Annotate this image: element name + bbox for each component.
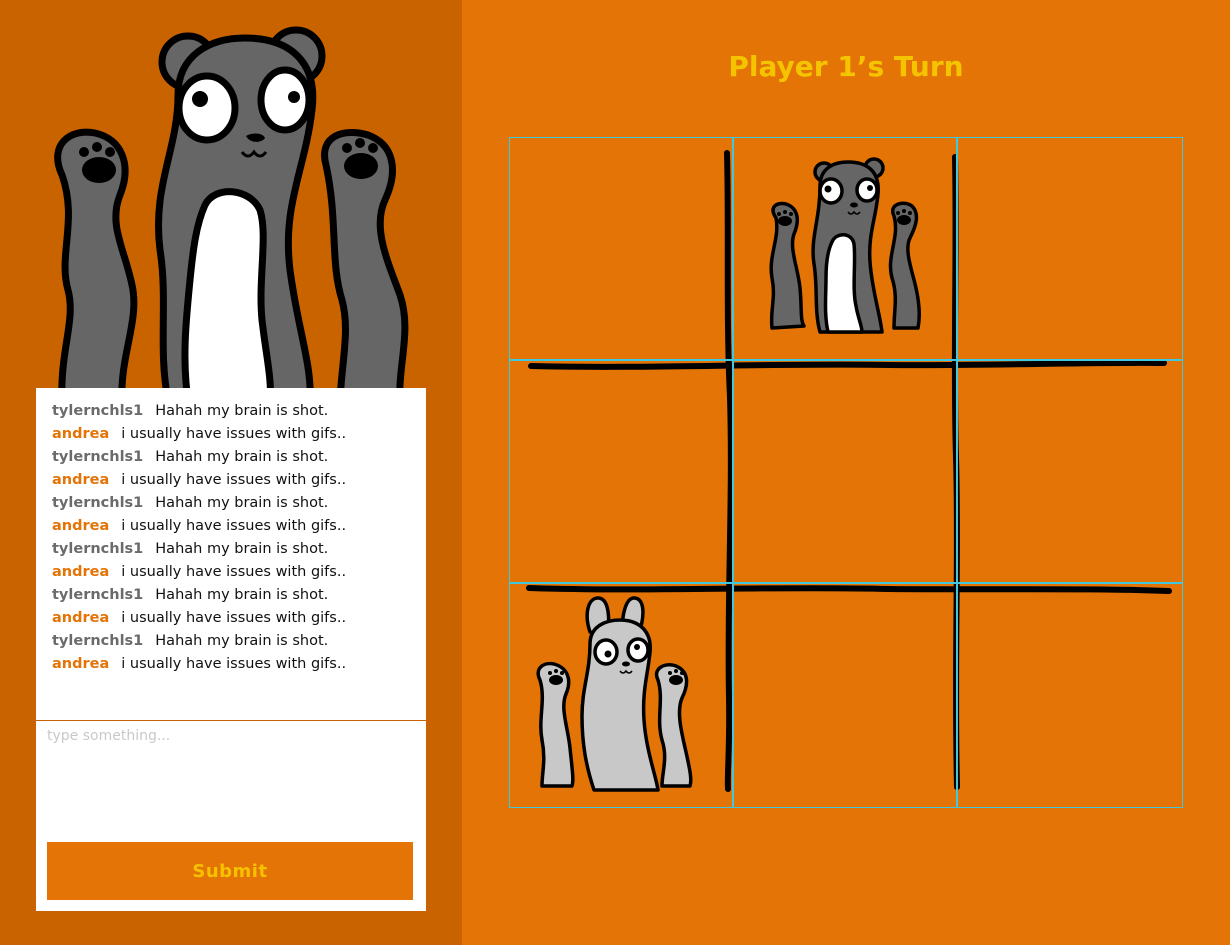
bear-mascot-icon <box>54 26 409 400</box>
message-text: Hahah my brain is shot. <box>155 587 329 603</box>
turn-indicator: Player 1’s Turn <box>728 50 964 83</box>
message-username: tylernchls1 <box>52 541 144 557</box>
bunny-piece-icon <box>536 596 693 792</box>
message-text: Hahah my brain is shot. <box>155 449 329 465</box>
chat-input[interactable] <box>47 728 415 823</box>
chat-message: tylernchls1 Hahah my brain is shot. <box>52 540 422 563</box>
message-text: i usually have issues with gifs.. <box>121 610 347 626</box>
board-cell-r1c3[interactable] <box>957 137 1183 360</box>
message-username: tylernchls1 <box>52 403 144 419</box>
board-cell-r2c1[interactable] <box>509 360 733 583</box>
board-cell-r2c2[interactable] <box>733 360 957 583</box>
chat-message: andrea i usually have issues with gifs.. <box>52 425 422 448</box>
message-username: andrea <box>52 426 110 442</box>
chat-message: tylernchls1 Hahah my brain is shot. <box>52 586 422 609</box>
message-text: Hahah my brain is shot. <box>155 633 329 649</box>
message-list: tylernchls1 Hahah my brain is shot. andrea… <box>52 402 422 678</box>
chat-message: andrea i usually have issues with gifs.. <box>52 471 422 494</box>
board-cell-r1c1[interactable] <box>509 137 733 360</box>
chat-message: andrea i usually have issues with gifs.. <box>52 609 422 632</box>
message-username: andrea <box>52 564 110 580</box>
chat-message: tylernchls1 Hahah my brain is shot. <box>52 494 422 517</box>
message-text: i usually have issues with gifs.. <box>121 656 347 672</box>
bear-piece-icon <box>769 157 922 334</box>
message-username: andrea <box>52 610 110 626</box>
message-text: i usually have issues with gifs.. <box>121 564 347 580</box>
message-text: i usually have issues with gifs.. <box>121 518 347 534</box>
board-cell-r3c3[interactable] <box>957 583 1183 808</box>
board-cell-r2c3[interactable] <box>957 360 1183 583</box>
chat-divider <box>36 720 426 721</box>
chat-message: andrea i usually have issues with gifs.. <box>52 517 422 540</box>
board-cell-r1c2[interactable] <box>733 137 957 360</box>
message-text: Hahah my brain is shot. <box>155 495 329 511</box>
message-username: andrea <box>52 518 110 534</box>
chat-message: andrea i usually have issues with gifs.. <box>52 655 422 678</box>
chat-message: tylernchls1 Hahah my brain is shot. <box>52 402 422 425</box>
board-cell-r3c2[interactable] <box>733 583 957 808</box>
message-username: tylernchls1 <box>52 495 144 511</box>
chat-message: tylernchls1 Hahah my brain is shot. <box>52 448 422 471</box>
chat-panel: tylernchls1 Hahah my brain is shot. andrea… <box>36 388 426 911</box>
message-username: andrea <box>52 656 110 672</box>
message-username: andrea <box>52 472 110 488</box>
game-area: Player 1’s Turn <box>462 0 1230 945</box>
message-text: i usually have issues with gifs.. <box>121 472 347 488</box>
message-username: tylernchls1 <box>52 587 144 603</box>
tic-tac-toe-board <box>509 137 1183 808</box>
message-text: Hahah my brain is shot. <box>155 403 329 419</box>
message-username: tylernchls1 <box>52 633 144 649</box>
message-text: Hahah my brain is shot. <box>155 541 329 557</box>
chat-message: tylernchls1 Hahah my brain is shot. <box>52 632 422 655</box>
board-cell-r3c1[interactable] <box>509 583 733 808</box>
submit-button[interactable]: Submit <box>47 842 413 900</box>
chat-message: andrea i usually have issues with gifs.. <box>52 563 422 586</box>
message-text: i usually have issues with gifs.. <box>121 426 347 442</box>
chat-sidebar: tylernchls1 Hahah my brain is shot. andrea… <box>0 0 462 945</box>
message-username: tylernchls1 <box>52 449 144 465</box>
